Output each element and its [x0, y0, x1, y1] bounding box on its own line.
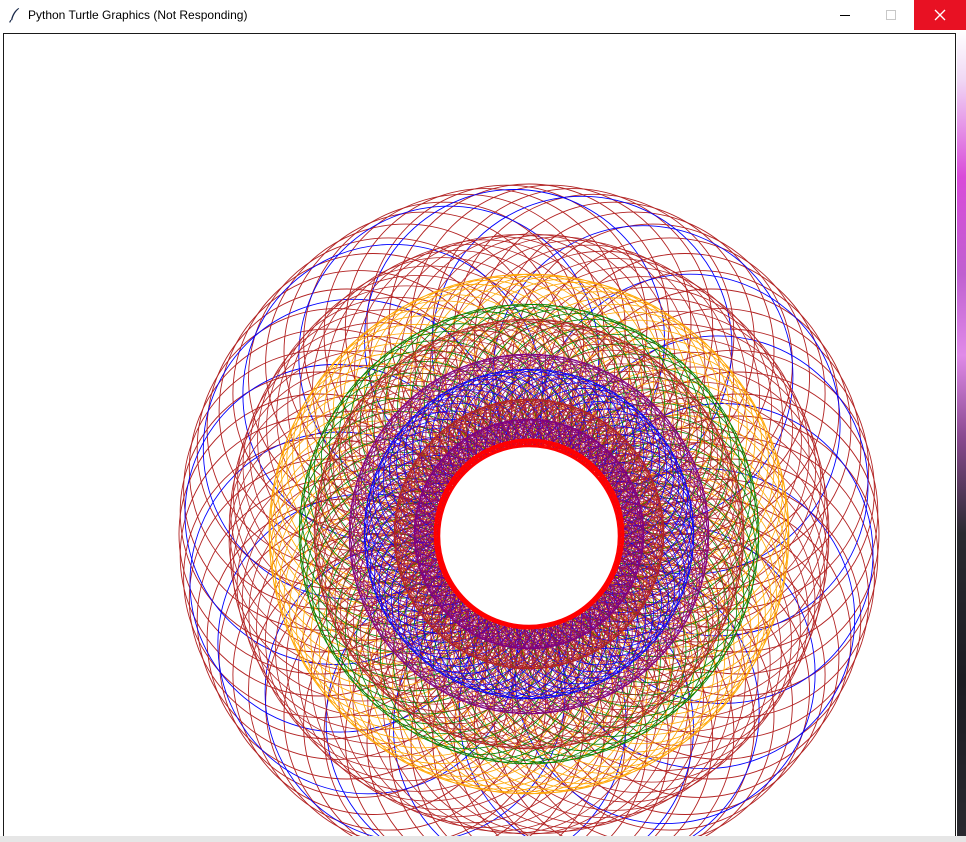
maximize-button[interactable] [868, 0, 914, 30]
minimize-button[interactable] [822, 0, 868, 30]
spiro-center [437, 444, 621, 628]
window-title: Python Turtle Graphics (Not Responding) [28, 8, 248, 22]
title-bar[interactable]: Python Turtle Graphics (Not Responding) [0, 0, 966, 31]
close-icon [934, 9, 946, 21]
maximize-icon [886, 10, 896, 20]
minimize-icon [840, 15, 850, 16]
spirograph-drawing [178, 183, 880, 837]
background-window-edge [957, 31, 966, 842]
window-bottom-edge [0, 836, 966, 842]
feather-pen-icon [6, 6, 24, 24]
close-button[interactable] [914, 0, 966, 30]
turtle-canvas[interactable] [3, 33, 956, 837]
